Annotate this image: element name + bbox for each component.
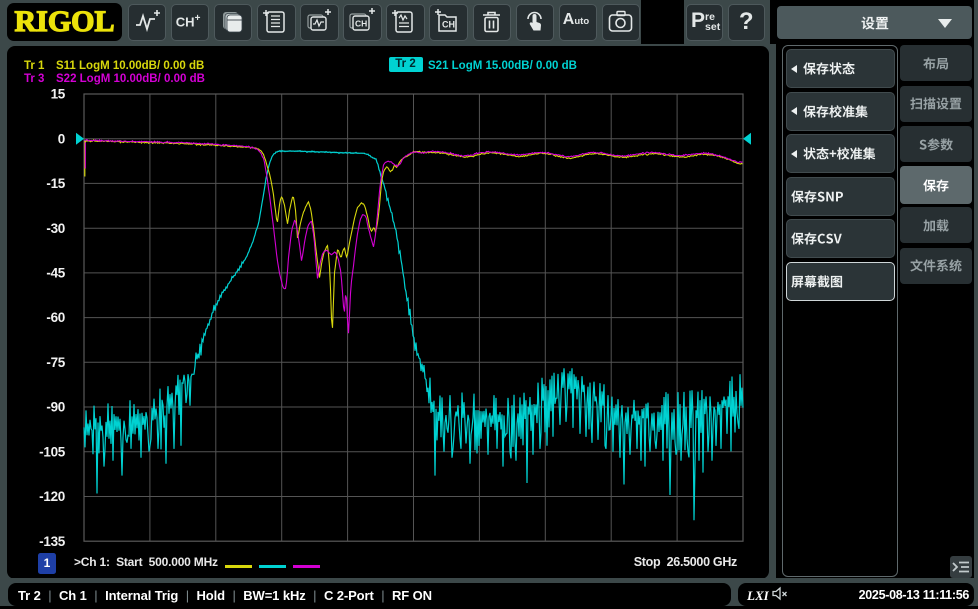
svg-text:CH: CH — [442, 19, 455, 29]
svg-text:CH: CH — [355, 18, 367, 28]
